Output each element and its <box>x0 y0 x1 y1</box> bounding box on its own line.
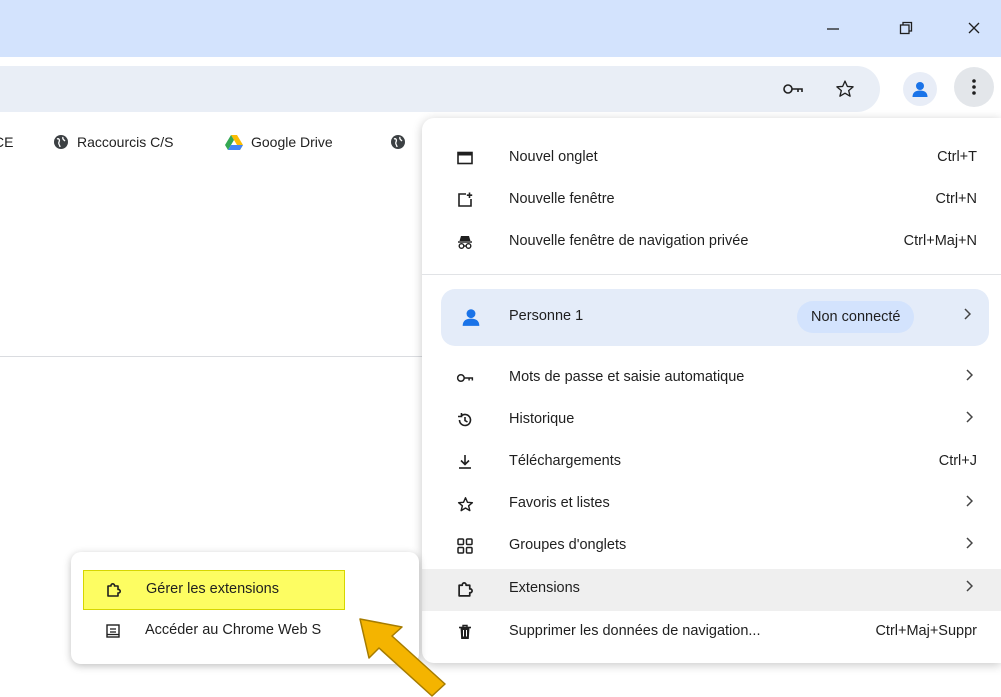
bookmark-more[interactable] <box>390 134 406 150</box>
menu-button[interactable] <box>954 67 994 107</box>
history-icon <box>456 411 474 429</box>
google-drive-icon <box>225 135 243 150</box>
menu-item-tab-groups[interactable]: Groupes d'onglets <box>422 526 1001 566</box>
sign-in-status-badge[interactable]: Non connecté <box>797 301 915 333</box>
chrome-main-menu: Nouvel onglet Ctrl+T Nouvelle fenêtre Ct… <box>422 118 1001 663</box>
globe-icon <box>391 135 405 149</box>
menu-separator <box>422 274 1001 275</box>
star-icon <box>836 80 854 97</box>
more-vert-icon <box>972 79 976 95</box>
key-icon <box>456 369 474 387</box>
annotation-arrow-icon <box>359 618 446 697</box>
menu-item-new-tab[interactable]: Nouvel onglet Ctrl+T <box>422 138 1001 178</box>
chevron-right-icon <box>965 369 974 385</box>
puzzle-icon <box>456 580 474 598</box>
chevron-right-icon <box>965 580 974 596</box>
close-button[interactable] <box>951 6 997 50</box>
toolbar <box>0 57 1001 121</box>
menu-item-downloads[interactable]: Téléchargements Ctrl+J <box>422 442 1001 482</box>
password-key-button[interactable] <box>780 76 806 102</box>
menu-item-incognito[interactable]: Nouvelle fenêtre de navigation privée Ct… <box>422 222 1001 262</box>
trash-icon <box>456 623 474 641</box>
submenu-item-chrome-web-store[interactable]: Accéder au Chrome Web S <box>83 612 343 650</box>
bookmark-star-button[interactable] <box>832 76 858 102</box>
person-icon <box>461 307 481 331</box>
minimize-button[interactable] <box>810 6 856 50</box>
download-icon <box>456 453 474 471</box>
bookmark-google-drive[interactable]: Google Drive <box>225 134 333 150</box>
chevron-right-icon <box>963 308 972 324</box>
new-window-icon <box>456 191 474 209</box>
menu-item-new-window[interactable]: Nouvelle fenêtre Ctrl+N <box>422 180 1001 220</box>
bookmark-raccourcis[interactable]: Raccourcis C/S <box>53 134 173 150</box>
restore-icon <box>899 21 913 35</box>
key-icon <box>783 84 803 94</box>
submenu-item-manage-extensions[interactable]: Gérer les extensions <box>83 570 345 610</box>
chevron-right-icon <box>965 495 974 511</box>
tab-groups-icon <box>456 537 474 555</box>
menu-item-history[interactable]: Historique <box>422 400 1001 440</box>
address-bar[interactable] <box>0 66 880 112</box>
menu-item-extensions[interactable]: Extensions <box>422 569 1001 611</box>
menu-item-bookmarks[interactable]: Favoris et listes <box>422 484 1001 524</box>
incognito-icon <box>456 233 474 251</box>
restore-button[interactable] <box>883 6 929 50</box>
page-content-area <box>0 170 450 357</box>
minimize-icon <box>827 28 839 30</box>
close-icon <box>968 22 980 34</box>
menu-item-profile[interactable]: Personne 1 Non connecté <box>441 289 989 346</box>
new-window-label: Nouvelle fenêtre <box>509 191 615 207</box>
new-tab-icon <box>456 149 474 167</box>
chevron-right-icon <box>965 411 974 427</box>
title-bar <box>0 0 1001 57</box>
globe-icon <box>54 135 68 149</box>
star-icon <box>456 495 474 513</box>
bookmark-ce[interactable]: CE <box>0 134 13 150</box>
profile-avatar-button[interactable] <box>903 72 937 106</box>
menu-item-clear-data[interactable]: Supprimer les données de navigation... C… <box>422 612 1001 652</box>
chevron-right-icon <box>965 537 974 553</box>
web-store-icon <box>105 623 121 639</box>
menu-item-passwords[interactable]: Mots de passe et saisie automatique <box>422 358 1001 398</box>
person-icon <box>912 82 928 97</box>
puzzle-icon <box>106 582 122 598</box>
